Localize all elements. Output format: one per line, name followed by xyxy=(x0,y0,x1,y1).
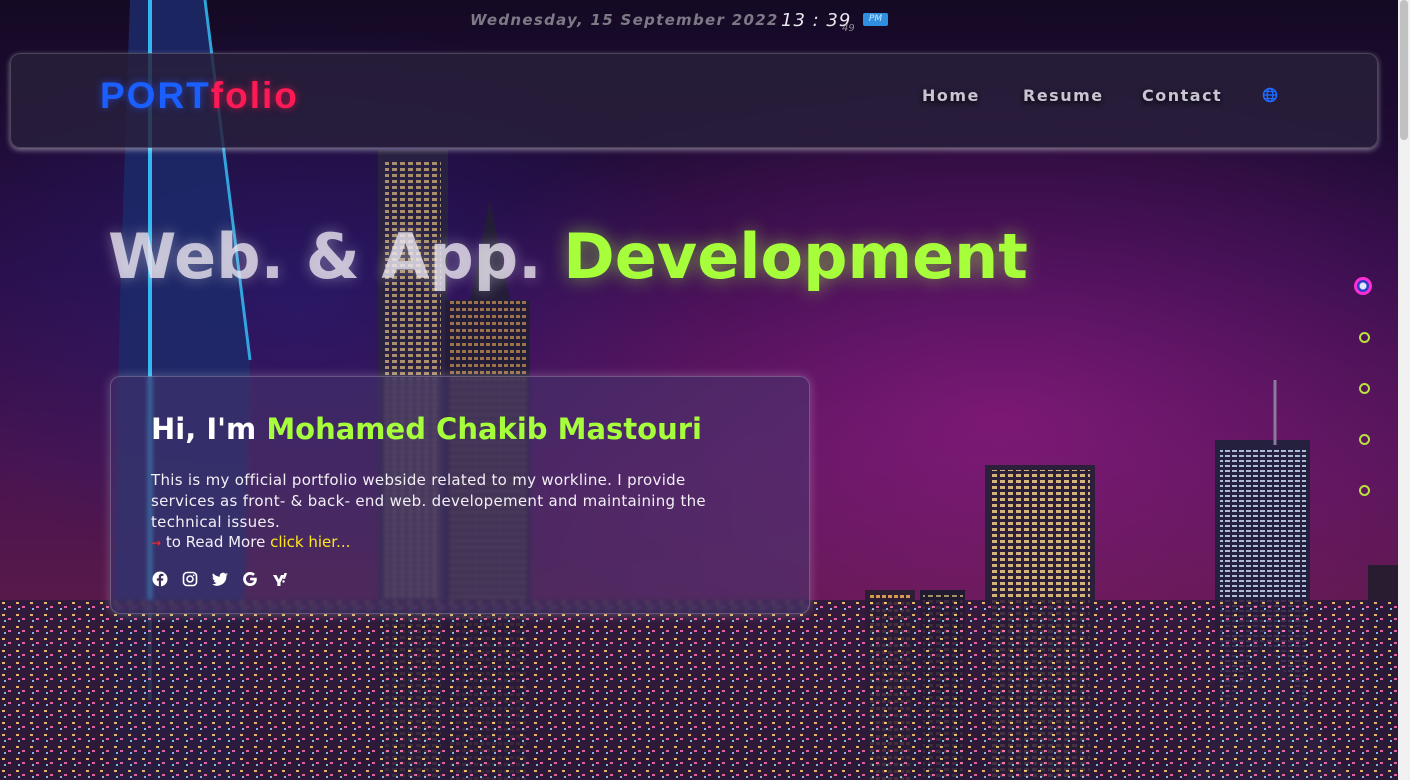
time-text: 13 : 39 xyxy=(781,10,852,31)
section-dot-5[interactable] xyxy=(1359,485,1370,496)
headline-development: Development xyxy=(563,220,1028,293)
section-dot-3[interactable] xyxy=(1359,383,1370,394)
nav-link-resume[interactable]: Resume xyxy=(1023,86,1104,105)
page-scrollbar[interactable] xyxy=(1398,0,1410,780)
social-links xyxy=(151,570,289,588)
ampm-badge: PM xyxy=(863,13,888,26)
section-dot-2[interactable] xyxy=(1359,332,1370,343)
scrollbar-thumb[interactable] xyxy=(1400,0,1408,140)
nav-link-contact[interactable]: Contact xyxy=(1142,86,1222,105)
navbar: PORTfolio Home Resume Contact xyxy=(10,53,1378,148)
twitter-icon[interactable] xyxy=(211,570,229,588)
hero-headline: Web. & App. Development xyxy=(108,220,1028,293)
read-more-text: to Read More xyxy=(161,533,271,551)
arrow-right-icon: → xyxy=(151,536,162,550)
nav-link-home[interactable]: Home xyxy=(922,86,980,105)
section-dot-4[interactable] xyxy=(1359,434,1370,445)
logo-part-folio: folio xyxy=(210,75,299,116)
owner-name: Mohamed Chakib Mastouri xyxy=(266,412,702,446)
google-icon[interactable] xyxy=(241,570,259,588)
yahoo-icon[interactable] xyxy=(271,570,289,588)
headline-web-app: Web. & App. xyxy=(108,220,564,293)
site-logo[interactable]: PORTfolio xyxy=(100,75,299,117)
seconds-text: 49 xyxy=(842,23,855,34)
intro-description: This is my official portfolio webside re… xyxy=(151,471,706,531)
greeting-heading: Hi, I'm Mohamed Chakib Mastouri xyxy=(151,412,702,446)
section-dot-1[interactable] xyxy=(1354,277,1372,295)
read-more-link[interactable]: click hier... xyxy=(270,533,350,551)
globe-icon[interactable] xyxy=(1262,87,1278,103)
date-text: Wednesday, 15 September 2022 xyxy=(470,11,779,29)
logo-part-port: PORT xyxy=(100,75,211,116)
read-more-line: → to Read More click hier... xyxy=(151,533,350,551)
intro-card: Hi, I'm Mohamed Chakib Mastouri This is … xyxy=(110,376,810,614)
greeting-text: Hi, I'm xyxy=(151,412,267,446)
facebook-icon[interactable] xyxy=(151,570,169,588)
instagram-icon[interactable] xyxy=(181,570,199,588)
